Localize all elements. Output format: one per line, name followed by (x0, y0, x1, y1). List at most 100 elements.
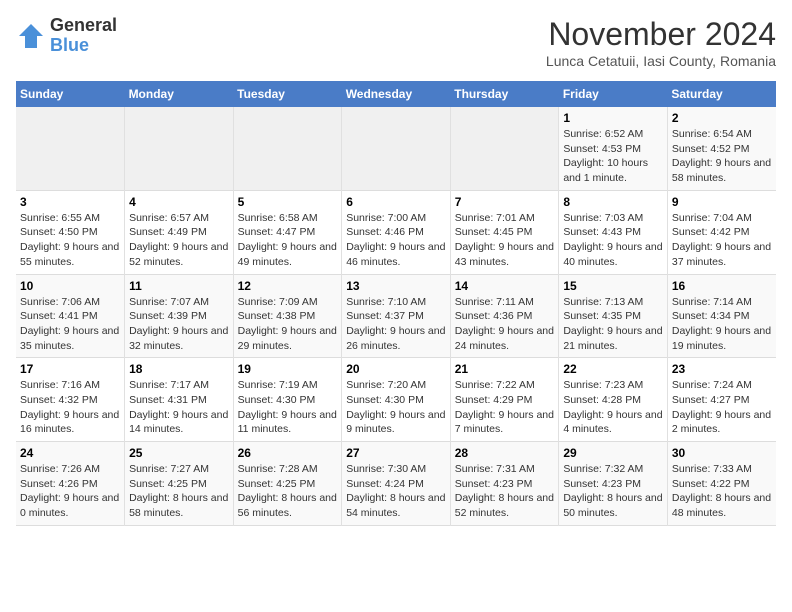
day-info: Sunrise: 7:22 AM Sunset: 4:29 PM Dayligh… (455, 378, 555, 437)
header-monday: Monday (125, 81, 234, 107)
day-cell: 11Sunrise: 7:07 AM Sunset: 4:39 PM Dayli… (125, 274, 234, 358)
day-number: 23 (672, 362, 772, 376)
week-row-4: 17 Sunrise: 7:16 AM Sunset: 4:32 PM Dayli… (16, 358, 776, 442)
day-number: 1 (563, 111, 663, 125)
day-info: Sunrise: 7:27 AM Sunset: 4:25 PM Dayligh… (129, 462, 229, 521)
day-cell: 22 Sunrise: 7:23 AM Sunset: 4:28 PM Dayli… (559, 358, 668, 442)
day-number: 21 (455, 362, 555, 376)
day-info: Sunrise: 7:00 AM Sunset: 4:46 PM Dayligh… (346, 211, 446, 270)
day-number: 6 (346, 195, 446, 209)
day-info: Sunrise: 6:55 AM Sunset: 4:50 PM Dayligh… (20, 211, 120, 270)
day-info: Sunrise: 7:32 AM Sunset: 4:23 PM Dayligh… (563, 462, 663, 521)
day-cell: 2 Sunrise: 6:54 AM Sunset: 4:52 PM Daylig… (667, 107, 776, 190)
day-cell (342, 107, 451, 190)
day-cell: 5 Sunrise: 6:58 AM Sunset: 4:47 PM Daylig… (233, 190, 342, 274)
day-cell (450, 107, 559, 190)
day-info: Sunrise: 7:01 AM Sunset: 4:45 PM Dayligh… (455, 211, 555, 270)
day-number: 15 (563, 279, 663, 293)
day-cell: 4Sunrise: 6:57 AM Sunset: 4:49 PM Daylig… (125, 190, 234, 274)
day-number: 11 (129, 279, 229, 293)
day-cell: 30 Sunrise: 7:33 AM Sunset: 4:22 PM Dayli… (667, 442, 776, 526)
day-cell: 29 Sunrise: 7:32 AM Sunset: 4:23 PM Dayli… (559, 442, 668, 526)
day-cell: 20 Sunrise: 7:20 AM Sunset: 4:30 PM Dayli… (342, 358, 451, 442)
day-number: 16 (672, 279, 772, 293)
day-number: 13 (346, 279, 446, 293)
calendar-body: 1 Sunrise: 6:52 AM Sunset: 4:53 PM Daylig… (16, 107, 776, 525)
day-cell: 8Sunrise: 7:03 AM Sunset: 4:43 PM Daylig… (559, 190, 668, 274)
day-number: 18 (129, 362, 229, 376)
day-cell (125, 107, 234, 190)
day-number: 9 (672, 195, 772, 209)
day-cell: 28 Sunrise: 7:31 AM Sunset: 4:23 PM Dayli… (450, 442, 559, 526)
week-row-2: 3 Sunrise: 6:55 AM Sunset: 4:50 PM Daylig… (16, 190, 776, 274)
day-info: Sunrise: 7:13 AM Sunset: 4:35 PM Dayligh… (563, 295, 663, 354)
day-cell: 23 Sunrise: 7:24 AM Sunset: 4:27 PM Dayli… (667, 358, 776, 442)
day-info: Sunrise: 6:52 AM Sunset: 4:53 PM Dayligh… (563, 127, 663, 186)
day-number: 17 (20, 362, 120, 376)
day-number: 20 (346, 362, 446, 376)
day-number: 10 (20, 279, 120, 293)
day-cell (233, 107, 342, 190)
header-friday: Friday (559, 81, 668, 107)
day-info: Sunrise: 7:19 AM Sunset: 4:30 PM Dayligh… (238, 378, 338, 437)
day-number: 5 (238, 195, 338, 209)
day-cell: 25 Sunrise: 7:27 AM Sunset: 4:25 PM Dayli… (125, 442, 234, 526)
day-cell: 26Sunrise: 7:28 AM Sunset: 4:25 PM Dayli… (233, 442, 342, 526)
logo-general-text: General (50, 15, 117, 35)
day-cell: 19 Sunrise: 7:19 AM Sunset: 4:30 PM Dayli… (233, 358, 342, 442)
day-cell: 14 Sunrise: 7:11 AM Sunset: 4:36 PM Dayli… (450, 274, 559, 358)
day-info: Sunrise: 7:31 AM Sunset: 4:23 PM Dayligh… (455, 462, 555, 521)
day-cell: 13 Sunrise: 7:10 AM Sunset: 4:37 PM Dayli… (342, 274, 451, 358)
calendar-table: SundayMondayTuesdayWednesdayThursdayFrid… (16, 81, 776, 526)
day-info: Sunrise: 7:23 AM Sunset: 4:28 PM Dayligh… (563, 378, 663, 437)
day-cell: 15 Sunrise: 7:13 AM Sunset: 4:35 PM Dayli… (559, 274, 668, 358)
day-cell: 12 Sunrise: 7:09 AM Sunset: 4:38 PM Dayli… (233, 274, 342, 358)
day-cell: 1 Sunrise: 6:52 AM Sunset: 4:53 PM Daylig… (559, 107, 668, 190)
day-info: Sunrise: 7:09 AM Sunset: 4:38 PM Dayligh… (238, 295, 338, 354)
logo-blue-text: Blue (50, 35, 89, 55)
day-info: Sunrise: 6:54 AM Sunset: 4:52 PM Dayligh… (672, 127, 772, 186)
day-cell: 16 Sunrise: 7:14 AM Sunset: 4:34 PM Dayli… (667, 274, 776, 358)
logo: General Blue (16, 16, 117, 56)
day-number: 26 (238, 446, 338, 460)
day-number: 30 (672, 446, 772, 460)
header-tuesday: Tuesday (233, 81, 342, 107)
day-info: Sunrise: 7:14 AM Sunset: 4:34 PM Dayligh… (672, 295, 772, 354)
day-number: 2 (672, 111, 772, 125)
header-wednesday: Wednesday (342, 81, 451, 107)
day-number: 24 (20, 446, 120, 460)
page-header: General Blue November 2024 Lunca Cetatui… (16, 16, 776, 69)
day-cell: 6 Sunrise: 7:00 AM Sunset: 4:46 PM Daylig… (342, 190, 451, 274)
day-info: Sunrise: 6:58 AM Sunset: 4:47 PM Dayligh… (238, 211, 338, 270)
day-number: 19 (238, 362, 338, 376)
header-row: SundayMondayTuesdayWednesdayThursdayFrid… (16, 81, 776, 107)
week-row-1: 1 Sunrise: 6:52 AM Sunset: 4:53 PM Daylig… (16, 107, 776, 190)
week-row-3: 10 Sunrise: 7:06 AM Sunset: 4:41 PM Dayli… (16, 274, 776, 358)
header-saturday: Saturday (667, 81, 776, 107)
day-info: Sunrise: 7:24 AM Sunset: 4:27 PM Dayligh… (672, 378, 772, 437)
day-info: Sunrise: 7:11 AM Sunset: 4:36 PM Dayligh… (455, 295, 555, 354)
day-number: 28 (455, 446, 555, 460)
day-number: 22 (563, 362, 663, 376)
day-info: Sunrise: 7:16 AM Sunset: 4:32 PM Dayligh… (20, 378, 120, 437)
day-number: 29 (563, 446, 663, 460)
header-thursday: Thursday (450, 81, 559, 107)
day-info: Sunrise: 7:06 AM Sunset: 4:41 PM Dayligh… (20, 295, 120, 354)
day-number: 12 (238, 279, 338, 293)
day-info: Sunrise: 7:20 AM Sunset: 4:30 PM Dayligh… (346, 378, 446, 437)
day-number: 7 (455, 195, 555, 209)
day-cell: 9Sunrise: 7:04 AM Sunset: 4:42 PM Daylig… (667, 190, 776, 274)
title-area: November 2024 Lunca Cetatuii, Iasi Count… (546, 16, 776, 69)
month-title: November 2024 (546, 16, 776, 53)
day-info: Sunrise: 7:26 AM Sunset: 4:26 PM Dayligh… (20, 462, 120, 521)
header-sunday: Sunday (16, 81, 125, 107)
day-info: Sunrise: 7:10 AM Sunset: 4:37 PM Dayligh… (346, 295, 446, 354)
day-number: 3 (20, 195, 120, 209)
day-number: 14 (455, 279, 555, 293)
day-cell: 3 Sunrise: 6:55 AM Sunset: 4:50 PM Daylig… (16, 190, 125, 274)
day-number: 25 (129, 446, 229, 460)
day-info: Sunrise: 7:33 AM Sunset: 4:22 PM Dayligh… (672, 462, 772, 521)
day-cell: 7 Sunrise: 7:01 AM Sunset: 4:45 PM Daylig… (450, 190, 559, 274)
week-row-5: 24 Sunrise: 7:26 AM Sunset: 4:26 PM Dayli… (16, 442, 776, 526)
day-info: Sunrise: 7:17 AM Sunset: 4:31 PM Dayligh… (129, 378, 229, 437)
